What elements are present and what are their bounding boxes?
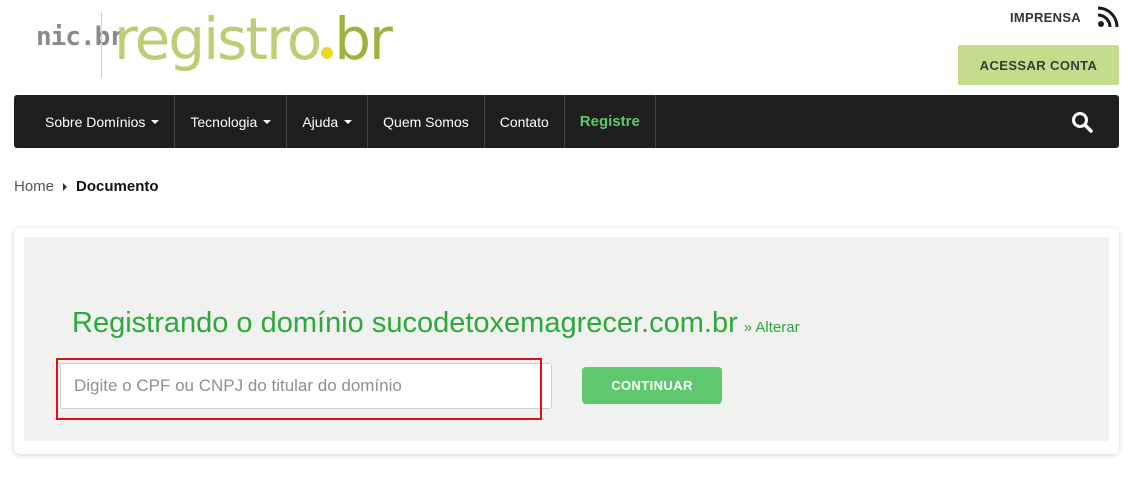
caret-down-icon (151, 119, 160, 124)
caret-down-icon (263, 119, 272, 124)
registro-br-logo[interactable]: registro br (114, 4, 393, 74)
nav-label: Registre (579, 113, 640, 130)
nav-label: Contato (499, 113, 549, 130)
breadcrumb-arrow-icon (63, 182, 68, 191)
logo-dot (321, 47, 334, 59)
logo-divider (101, 12, 102, 78)
change-domain-link[interactable]: » Alterar (744, 319, 800, 336)
logo-registro-text: registro (114, 5, 322, 73)
breadcrumb-current: Documento (76, 178, 159, 195)
nav-item-tecnologia[interactable]: Tecnologia (175, 95, 288, 148)
caret-down-icon (344, 119, 353, 124)
press-link[interactable]: IMPRENSA (1010, 10, 1081, 25)
main-nav: Sobre Domínios Tecnologia Ajuda Quem Som… (14, 95, 1119, 148)
nav-label: Ajuda (302, 113, 339, 130)
nav-label: Quem Somos (383, 113, 469, 130)
nav-label: Sobre Domínios (45, 113, 146, 130)
breadcrumb-home-link[interactable]: Home (14, 178, 54, 195)
nav-label: Tecnologia (190, 113, 258, 130)
nav-item-contato[interactable]: Contato (485, 95, 565, 148)
document-input[interactable] (60, 363, 552, 409)
breadcrumb: Home Documento (14, 178, 159, 195)
page-title: Registrando o domínio sucodetoxemagrecer… (72, 307, 800, 340)
logo-br-text: br (334, 5, 393, 73)
registration-card: Registrando o domínio sucodetoxemagrecer… (14, 228, 1119, 454)
nav-item-ajuda[interactable]: Ajuda (287, 95, 369, 148)
continue-button[interactable]: CONTINUAR (582, 367, 722, 404)
search-icon[interactable] (1071, 111, 1093, 133)
registration-panel: Registrando o domínio sucodetoxemagrecer… (24, 237, 1109, 441)
nic-br-logo[interactable]: nic.br (36, 22, 125, 52)
registration-title: Registrando o domínio sucodetoxemagrecer… (72, 307, 738, 339)
nav-item-sobre-dominios[interactable]: Sobre Domínios (14, 95, 176, 148)
nav-item-registre[interactable]: Registre (565, 95, 656, 148)
account-access-button[interactable]: ACESSAR CONTA (958, 45, 1119, 85)
nav-item-quem-somos[interactable]: Quem Somos (368, 95, 485, 148)
rss-icon[interactable] (1097, 6, 1119, 28)
site-header: nic.br registro br IMPRENSA ACESSAR CONTA (0, 0, 1133, 95)
